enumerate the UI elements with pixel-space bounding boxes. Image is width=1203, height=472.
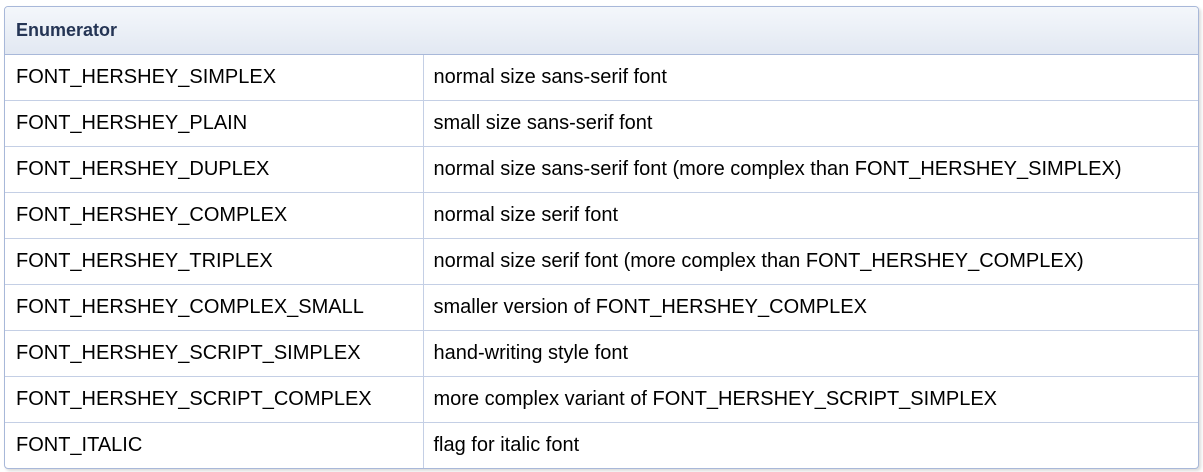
table-row: FONT_ITALIC flag for italic font (5, 422, 1198, 468)
enum-name-cell: FONT_HERSHEY_DUPLEX (5, 146, 424, 193)
table-row: FONT_HERSHEY_SIMPLEX normal size sans-se… (5, 54, 1198, 101)
enum-description-cell: normal size sans-serif font (more comple… (423, 146, 1198, 193)
table-header-enumerator: Enumerator (5, 7, 1198, 55)
table-row: FONT_HERSHEY_SCRIPT_COMPLEX more complex… (5, 376, 1198, 423)
enum-name-cell: FONT_HERSHEY_COMPLEX_SMALL (5, 284, 424, 331)
table-row: FONT_HERSHEY_COMPLEX_SMALL smaller versi… (5, 284, 1198, 331)
enum-name-cell: FONT_HERSHEY_COMPLEX (5, 192, 424, 239)
enum-name-cell: FONT_HERSHEY_SCRIPT_SIMPLEX (5, 330, 424, 377)
enum-name-cell: FONT_HERSHEY_SCRIPT_COMPLEX (5, 376, 424, 423)
enum-description-cell: more complex variant of FONT_HERSHEY_SCR… (423, 376, 1198, 423)
enum-description-cell: normal size serif font (423, 192, 1198, 239)
enum-description-cell: normal size sans-serif font (433, 66, 667, 88)
enum-description-cell: hand-writing style font (423, 330, 1198, 377)
enum-name-cell: FONT_HERSHEY_TRIPLEX (5, 238, 424, 285)
enum-description-cell: normal size serif font (more complex tha… (423, 238, 1198, 285)
table-header-row: Enumerator (5, 7, 1198, 55)
enumerator-table: Enumerator FONT_HERSHEY_SIMPLEX normal s… (5, 7, 1198, 468)
table-row: FONT_HERSHEY_PLAIN small size sans-serif… (5, 100, 1198, 147)
enum-description-cell: small size sans-serif font (423, 100, 1198, 147)
enum-name-cell: FONT_ITALIC (5, 422, 424, 468)
enum-name-cell: FONT_HERSHEY_SIMPLEX (5, 54, 424, 101)
enum-description-cell: smaller version of FONT_HERSHEY_COMPLEX (423, 284, 1198, 331)
table-row: FONT_HERSHEY_TRIPLEX normal size serif f… (5, 238, 1198, 285)
enumerator-table-container: Enumerator FONT_HERSHEY_SIMPLEX normal s… (4, 6, 1199, 469)
enum-description-cell: flag for italic font (423, 422, 1198, 468)
enum-name-cell: FONT_HERSHEY_PLAIN (5, 100, 424, 147)
table-row: FONT_HERSHEY_COMPLEX normal size serif f… (5, 192, 1198, 239)
table-row: FONT_HERSHEY_DUPLEX normal size sans-ser… (5, 146, 1198, 193)
table-row: FONT_HERSHEY_SCRIPT_SIMPLEX hand-writing… (5, 330, 1198, 377)
